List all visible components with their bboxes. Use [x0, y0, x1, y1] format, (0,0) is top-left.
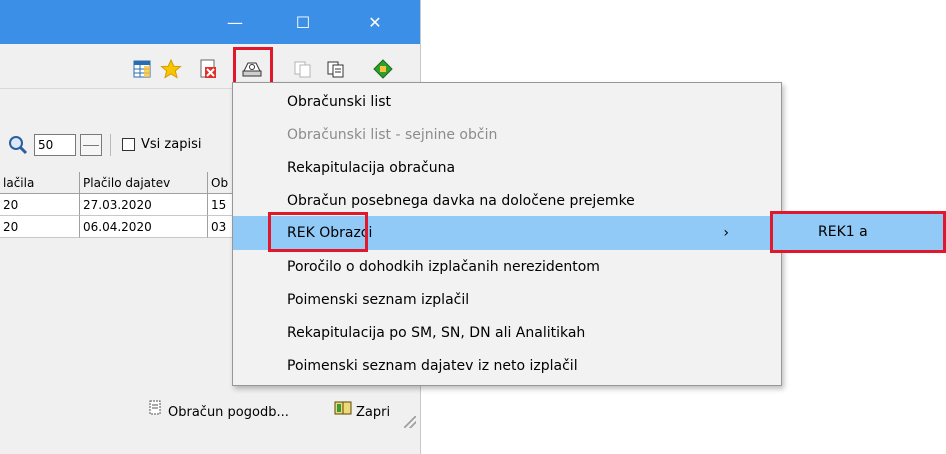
- record-count-stepper[interactable]: [80, 134, 102, 156]
- table-icon[interactable]: [131, 58, 153, 80]
- menu-item-dajatve-neto[interactable]: Poimenski seznam dajatev iz neto izplači…: [233, 349, 781, 383]
- filter-divider: [110, 134, 111, 156]
- chevron-right-icon: ›: [723, 225, 729, 241]
- copy-icon[interactable]: [325, 58, 347, 80]
- document-icon: [148, 400, 164, 425]
- export-icon[interactable]: [372, 58, 394, 80]
- menu-item-poimenski-seznam[interactable]: Poimenski seznam izplačil: [233, 283, 781, 317]
- menu-item-obracunski-list[interactable]: Obračunski list: [233, 85, 781, 119]
- copy-disabled-icon: [292, 58, 314, 80]
- close-label: Zapri: [356, 405, 391, 420]
- column-header[interactable]: Plačilo dajatev: [80, 172, 208, 194]
- table-cell[interactable]: 20: [0, 216, 80, 238]
- column-header[interactable]: lačila: [0, 172, 80, 194]
- all-records-checkbox[interactable]: [122, 138, 135, 151]
- record-count-input[interactable]: 50: [34, 134, 76, 156]
- table-cell[interactable]: 03: [208, 216, 235, 238]
- search-icon[interactable]: [8, 135, 28, 155]
- menu-item-obracunski-list-sejnine: Obračunski list - sejnine občin: [287, 127, 498, 143]
- table-cell[interactable]: 27.03.2020: [80, 194, 208, 216]
- table-cell[interactable]: 15: [208, 194, 235, 216]
- star-icon[interactable]: [160, 58, 182, 80]
- menu-item-rekapitulacija-obracuna[interactable]: Rekapitulacija obračuna: [233, 151, 781, 185]
- bottom-bar: Obračun pogodb... Zapri: [0, 392, 420, 432]
- maximize-button[interactable]: ☐: [280, 0, 326, 44]
- menu-item-nerezidenti[interactable]: Poročilo o dohodkih izplačanih nereziden…: [233, 250, 781, 284]
- table-cell[interactable]: 06.04.2020: [80, 216, 208, 238]
- close-button[interactable]: Zapri: [334, 400, 390, 424]
- filter-bar: 50 Vsi zapisi: [0, 134, 235, 162]
- contract-calc-button[interactable]: Obračun pogodb...: [148, 400, 289, 424]
- minimize-button[interactable]: —: [212, 0, 258, 44]
- delete-document-icon[interactable]: [197, 58, 219, 80]
- book-icon: [334, 400, 352, 425]
- close-window-button[interactable]: ✕: [352, 0, 398, 44]
- title-bar: — ☐ ✕: [0, 0, 420, 44]
- menu-item-rekapitulacija-sm[interactable]: Rekapitulacija po SM, SN, DN ali Analiti…: [233, 316, 781, 350]
- resize-grip[interactable]: [404, 416, 416, 428]
- rek-obrazci-highlight: [268, 212, 368, 252]
- all-records-label: Vsi zapisi: [141, 137, 202, 152]
- contract-calc-label: Obračun pogodb...: [168, 405, 289, 420]
- column-header[interactable]: Ob: [208, 172, 235, 194]
- rek1a-highlight: [770, 211, 946, 253]
- table-cell[interactable]: 20: [0, 194, 80, 216]
